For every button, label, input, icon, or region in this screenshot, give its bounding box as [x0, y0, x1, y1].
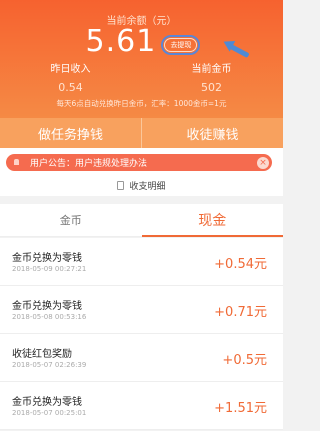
list-item: 金币兑换为零钱 2018-05-09 00:27:21 +0.54元 — [0, 238, 283, 286]
record-list: 金币兑换为零钱 2018-05-09 00:27:21 +0.54元 金币兑换为… — [0, 238, 283, 430]
list-item: 金币兑换为零钱 2018-05-08 00:53:16 +0.71元 — [0, 286, 283, 334]
action-bar: 做任务挣钱 收徒赚钱 — [0, 118, 283, 148]
record-amount: +0.54元 — [214, 257, 267, 272]
list-item: 收徒红包奖励 2018-05-07 02:26:39 +0.5元 — [0, 334, 283, 382]
record-title: 收徒红包奖励 — [12, 349, 72, 360]
record-amount: +1.51元 — [214, 401, 267, 416]
announcement-text: 用户公告：用户违规处理办法 — [30, 159, 148, 169]
balance-value: 5.61 — [85, 24, 157, 59]
list-item: 金币兑换为零钱 2018-05-07 00:25:01 +1.51元 — [0, 382, 283, 430]
document-icon — [117, 181, 125, 190]
yesterday-income: 昨日收入 0.54 — [0, 60, 141, 94]
tab-cash[interactable]: 现金 — [141, 204, 284, 237]
ledger-link[interactable]: 收支明细 — [0, 179, 283, 192]
yesterday-income-value: 0.54 — [58, 81, 83, 94]
record-time: 2018-05-08 00:53:16 — [12, 313, 87, 321]
record-time: 2018-05-09 00:27:21 — [12, 265, 87, 273]
record-title: 金币兑换为零钱 — [12, 301, 82, 312]
exchange-rate-note: 每天6点自动兑换昨日金币，汇率：1000金币=1元 — [56, 99, 227, 108]
current-coins-value: 502 — [201, 81, 222, 94]
wallet-page: 当前余额（元） 5.61 去提现 昨日收入 0.54 当前金币 502 每天6点… — [0, 0, 283, 431]
annotation-arrow-icon — [220, 36, 251, 59]
close-icon[interactable]: × — [257, 156, 269, 169]
do-tasks-button[interactable]: 做任务挣钱 — [0, 118, 141, 148]
tab-bar: 金币 现金 — [0, 204, 283, 237]
record-title: 金币兑换为零钱 — [12, 397, 82, 408]
notice-area: 用户公告：用户违规处理办法 × 收支明细 — [0, 148, 283, 196]
current-coins: 当前金币 502 — [141, 60, 282, 94]
record-amount: +0.5元 — [222, 353, 267, 368]
tab-coins[interactable]: 金币 — [0, 204, 142, 236]
record-time: 2018-05-07 02:26:39 — [12, 361, 87, 369]
current-coins-label: 当前金币 — [191, 64, 232, 75]
record-title: 金币兑换为零钱 — [12, 253, 82, 264]
announcement-banner[interactable]: 用户公告：用户违规处理办法 × — [6, 154, 272, 171]
record-time: 2018-05-07 00:25:01 — [12, 409, 87, 417]
withdraw-button[interactable]: 去提现 — [161, 34, 201, 55]
ledger-label: 收支明细 — [129, 182, 166, 192]
balance-header: 当前余额（元） 5.61 去提现 昨日收入 0.54 当前金币 502 每天6点… — [0, 0, 283, 118]
recruit-apprentice-button[interactable]: 收徒赚钱 — [141, 118, 283, 148]
yesterday-income-label: 昨日收入 — [50, 64, 91, 75]
record-amount: +0.71元 — [214, 305, 267, 320]
speaker-icon — [6, 154, 26, 171]
